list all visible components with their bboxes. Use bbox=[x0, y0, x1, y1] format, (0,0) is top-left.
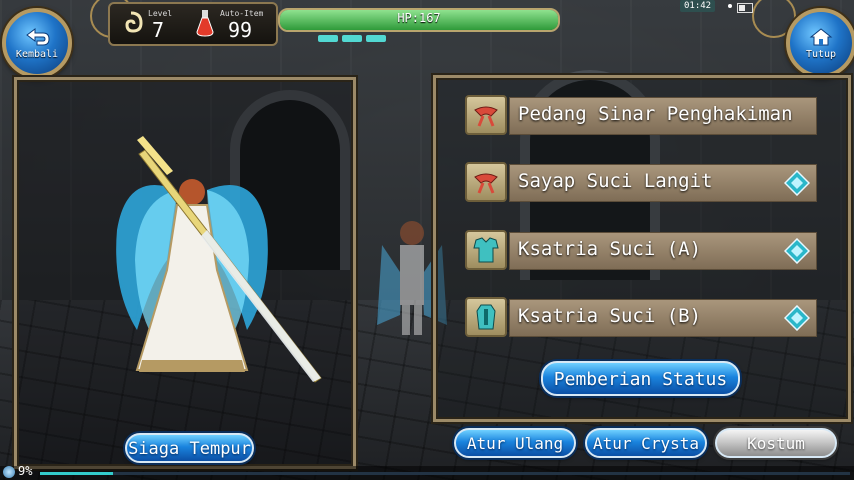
character-preview-panel bbox=[14, 77, 356, 469]
auto-item-caption: Auto-Item bbox=[220, 9, 264, 18]
mp-segment bbox=[342, 35, 362, 42]
equipment-slot-armor-a[interactable]: Ksatria Suci (A) bbox=[465, 230, 817, 270]
status-allocation-button[interactable]: Pemberian Status bbox=[541, 361, 740, 396]
reset-button[interactable]: Atur Ulang bbox=[454, 428, 576, 458]
exp-percent: 9% bbox=[18, 464, 33, 478]
hp-bar: HP:167 bbox=[278, 8, 560, 32]
hp-text: HP:167 bbox=[397, 11, 441, 25]
equipment-label: Ksatria Suci (A) bbox=[518, 238, 702, 260]
equipment-label-box: Ksatria Suci (B) bbox=[509, 299, 817, 337]
level-swirl-icon bbox=[125, 11, 143, 33]
close-button-label: Tutup bbox=[805, 48, 837, 60]
character-model[interactable] bbox=[17, 80, 353, 466]
equipment-label: Pedang Sinar Penghakiman bbox=[518, 103, 793, 125]
equipment-slot-armor-b[interactable]: Ksatria Suci (B) bbox=[465, 297, 817, 337]
equipment-slot-weapon[interactable]: Pedang Sinar Penghakiman bbox=[465, 95, 817, 135]
back-arrow-icon bbox=[26, 27, 50, 45]
close-button[interactable]: Tutup bbox=[786, 8, 854, 78]
back-button[interactable]: Kembali bbox=[2, 8, 72, 78]
equipment-label-box: Ksatria Suci (A) bbox=[509, 232, 817, 270]
battery-icon bbox=[737, 3, 753, 13]
level-caption: Level bbox=[148, 9, 173, 18]
equipment-label-box: Pedang Sinar Penghakiman bbox=[509, 97, 817, 135]
exp-bar-fill bbox=[40, 472, 113, 475]
equipment-label-box: Sayap Suci Langit bbox=[509, 164, 817, 202]
clock: 01:42 bbox=[680, 0, 716, 12]
equipment-label: Sayap Suci Langit bbox=[518, 170, 713, 192]
exp-bar bbox=[40, 472, 850, 475]
crysta-gem-icon[interactable] bbox=[784, 305, 810, 331]
level-and-item-panel: Level 7 Auto-Item 99 bbox=[108, 2, 278, 46]
level-value: 7 bbox=[152, 18, 165, 42]
potion-icon[interactable] bbox=[194, 8, 216, 38]
exp-orb-icon bbox=[3, 466, 15, 478]
crysta-gem-icon[interactable] bbox=[784, 238, 810, 264]
equipment-label: Ksatria Suci (B) bbox=[518, 305, 702, 327]
mp-segment bbox=[318, 35, 338, 42]
battle-stance-button[interactable]: Siaga Tempur bbox=[125, 433, 254, 463]
home-icon bbox=[809, 27, 833, 45]
auto-item-value: 99 bbox=[228, 18, 253, 42]
armor-icon bbox=[465, 297, 507, 337]
set-crysta-button[interactable]: Atur Crysta bbox=[585, 428, 707, 458]
camera-icon bbox=[728, 4, 732, 8]
bow-icon bbox=[465, 162, 507, 202]
back-button-label: Kembali bbox=[15, 48, 59, 60]
crysta-gem-icon[interactable] bbox=[784, 170, 810, 196]
armor-icon bbox=[465, 230, 507, 270]
equipment-slot-additional[interactable]: Sayap Suci Langit bbox=[465, 162, 817, 202]
mp-segment bbox=[366, 35, 386, 42]
costume-button[interactable]: Kostum bbox=[715, 428, 837, 458]
bow-icon bbox=[465, 95, 507, 135]
